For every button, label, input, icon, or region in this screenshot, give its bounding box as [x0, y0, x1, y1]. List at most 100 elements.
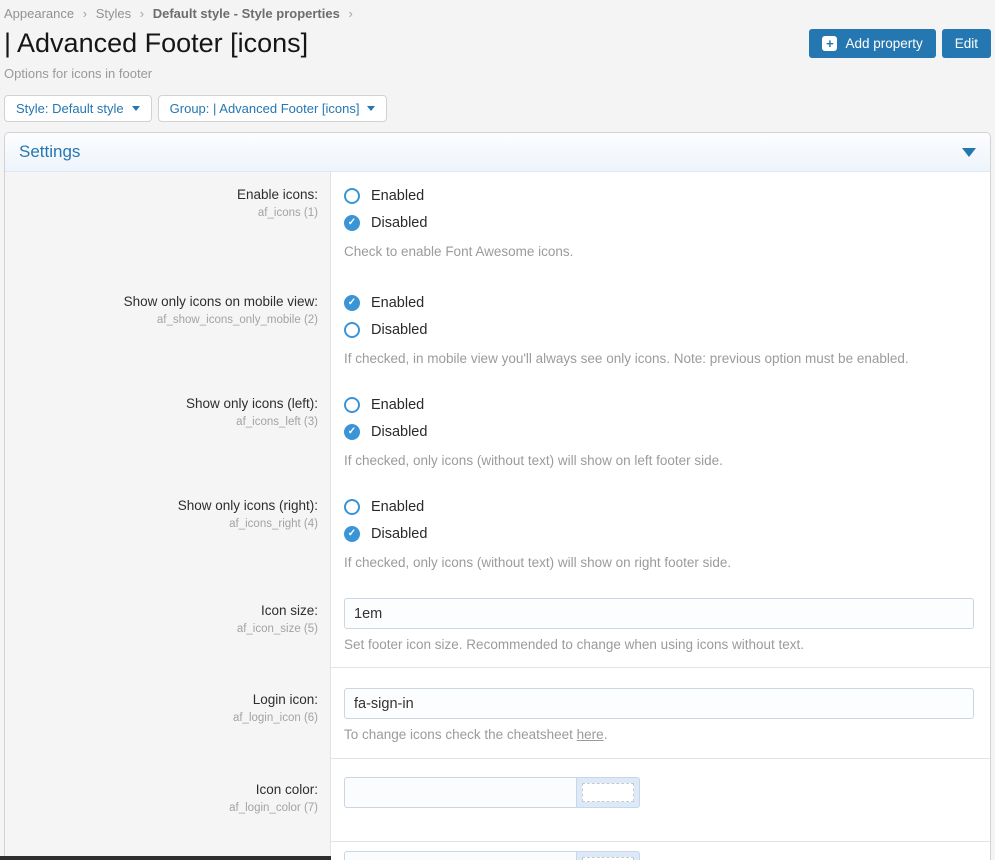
radio-enabled[interactable]: Enabled: [344, 493, 974, 520]
caret-down-icon: [132, 106, 140, 111]
radio-label: Enabled: [371, 499, 424, 515]
radio-icon[interactable]: [344, 295, 360, 311]
radio-label: Disabled: [371, 215, 427, 231]
radio-label: Disabled: [371, 322, 427, 338]
setting-label: Show only icons on mobile view:: [15, 293, 318, 310]
setting-key: af_show_icons_only_mobile (2): [15, 314, 318, 326]
filter-bar: Style: Default style Group: | Advanced F…: [4, 95, 991, 122]
setting-label: Enable icons:: [15, 186, 318, 203]
radio-enabled[interactable]: Enabled: [344, 289, 974, 316]
page-header: | Advanced Footer [icons] + Add property…: [4, 28, 991, 58]
setting-row-show-icons-mobile: Show only icons on mobile view: af_show_…: [5, 279, 990, 381]
color-swatch-button[interactable]: [576, 851, 640, 860]
hint-text: To change icons check the cheatsheet: [344, 727, 577, 742]
breadcrumb-separator-icon: ›: [140, 6, 144, 21]
setting-row-icons-left: Show only icons (left): af_icons_left (3…: [5, 381, 990, 483]
setting-hint: If checked, in mobile view you'll always…: [344, 350, 974, 367]
setting-key: af_login_color (7): [15, 802, 318, 814]
icon-color-hover-input[interactable]: [344, 851, 576, 860]
hint-text: .: [604, 727, 608, 742]
radio-disabled[interactable]: Disabled: [344, 316, 974, 343]
setting-label: Login icon:: [15, 691, 318, 708]
breadcrumb-style-properties[interactable]: Default style - Style properties: [153, 6, 340, 21]
collapse-arrow-icon[interactable]: [962, 148, 976, 157]
radio-label: Enabled: [371, 188, 424, 204]
setting-row-icon-size: Icon size: af_icon_size (5) Set footer i…: [5, 585, 990, 667]
radio-label: Disabled: [371, 526, 427, 542]
caret-down-icon: [367, 106, 375, 111]
add-property-button[interactable]: + Add property: [809, 29, 935, 58]
add-property-label: Add property: [845, 36, 922, 51]
setting-row-login-icon: Login icon: af_login_icon (6) To change …: [5, 667, 990, 758]
radio-label: Enabled: [371, 295, 424, 311]
radio-icon[interactable]: [344, 397, 360, 413]
setting-value-cell: Enabled Disabled If checked, only icons …: [331, 381, 990, 483]
setting-label: Icon size:: [15, 602, 318, 619]
color-swatch-button[interactable]: [576, 777, 640, 808]
bottom-edge-bar: [0, 856, 331, 860]
setting-value-cell: Set footer icon size. Recommended to cha…: [331, 585, 990, 667]
setting-value-cell: Enabled Disabled If checked, only icons …: [331, 483, 990, 585]
radio-icon[interactable]: [344, 526, 360, 542]
setting-row-enable-icons: Enable icons: af_icons (1) Enabled Disab…: [5, 172, 990, 279]
setting-key: af_icon_size (5): [15, 623, 318, 635]
radio-disabled[interactable]: Disabled: [344, 418, 974, 445]
breadcrumb-separator-icon: ›: [348, 6, 352, 21]
radio-disabled[interactable]: Disabled: [344, 209, 974, 236]
settings-panel-title: Settings: [19, 142, 80, 162]
radio-icon[interactable]: [344, 424, 360, 440]
color-swatch-preview: [582, 783, 634, 802]
color-picker-combo: [344, 777, 640, 808]
group-dropdown[interactable]: Group: | Advanced Footer [icons]: [158, 95, 388, 122]
setting-row-icons-right: Show only icons (right): af_icons_right …: [5, 483, 990, 585]
setting-label-cell: Show only icons on mobile view: af_show_…: [5, 279, 331, 381]
header-actions: + Add property Edit: [809, 29, 991, 58]
breadcrumb-styles[interactable]: Styles: [96, 6, 131, 21]
setting-label: Show only icons (left):: [15, 395, 318, 412]
setting-label-cell: Enable icons: af_icons (1): [5, 172, 331, 279]
setting-hint: If checked, only icons (without text) wi…: [344, 452, 974, 469]
style-dropdown[interactable]: Style: Default style: [4, 95, 152, 122]
setting-value-cell: Enabled Disabled Check to enable Font Aw…: [331, 172, 990, 279]
setting-label: Icon color:: [15, 781, 318, 798]
setting-row-icon-color: Icon color: af_login_color (7): [5, 758, 990, 841]
setting-hint: Check to enable Font Awesome icons.: [344, 243, 974, 260]
setting-hint: To change icons check the cheatsheet her…: [344, 726, 974, 743]
setting-key: af_icons_right (4): [15, 518, 318, 530]
setting-label-cell: Show only icons (right): af_icons_right …: [5, 483, 331, 585]
plus-icon: +: [822, 36, 837, 51]
page: Appearance › Styles › Default style - St…: [4, 0, 991, 860]
setting-value-cell: [331, 758, 990, 841]
style-dropdown-label: Style: Default style: [16, 101, 124, 116]
setting-key: af_login_icon (6): [15, 712, 318, 724]
icon-color-input[interactable]: [344, 777, 576, 808]
radio-icon[interactable]: [344, 322, 360, 338]
setting-value-cell: To change icons check the cheatsheet her…: [331, 667, 990, 758]
setting-label-cell: Icon size: af_icon_size (5): [5, 585, 331, 667]
page-subtitle: Options for icons in footer: [4, 66, 991, 81]
group-dropdown-label: Group: | Advanced Footer [icons]: [170, 101, 360, 116]
setting-label-cell: Login icon: af_login_icon (6): [5, 667, 331, 758]
color-picker-combo: [344, 851, 640, 860]
setting-value-cell: Enabled Disabled If checked, in mobile v…: [331, 279, 990, 381]
setting-key: af_icons_left (3): [15, 416, 318, 428]
settings-panel: Settings Enable icons: af_icons (1) Enab…: [4, 132, 991, 860]
edit-button[interactable]: Edit: [942, 29, 991, 58]
radio-enabled[interactable]: Enabled: [344, 391, 974, 418]
setting-label: Show only icons (right):: [15, 497, 318, 514]
settings-panel-header[interactable]: Settings: [5, 133, 990, 172]
setting-key: af_icons (1): [15, 207, 318, 219]
radio-icon[interactable]: [344, 215, 360, 231]
icon-size-input[interactable]: [344, 598, 974, 629]
breadcrumb-appearance[interactable]: Appearance: [4, 6, 74, 21]
radio-icon[interactable]: [344, 499, 360, 515]
setting-hint: Set footer icon size. Recommended to cha…: [344, 636, 974, 653]
radio-disabled[interactable]: Disabled: [344, 520, 974, 547]
setting-hint: If checked, only icons (without text) wi…: [344, 554, 974, 571]
setting-label-cell: Icon color: af_login_color (7): [5, 758, 331, 841]
radio-enabled[interactable]: Enabled: [344, 182, 974, 209]
setting-value-cell: [331, 841, 990, 860]
login-icon-input[interactable]: [344, 688, 974, 719]
cheatsheet-link[interactable]: here: [577, 727, 604, 742]
radio-icon[interactable]: [344, 188, 360, 204]
